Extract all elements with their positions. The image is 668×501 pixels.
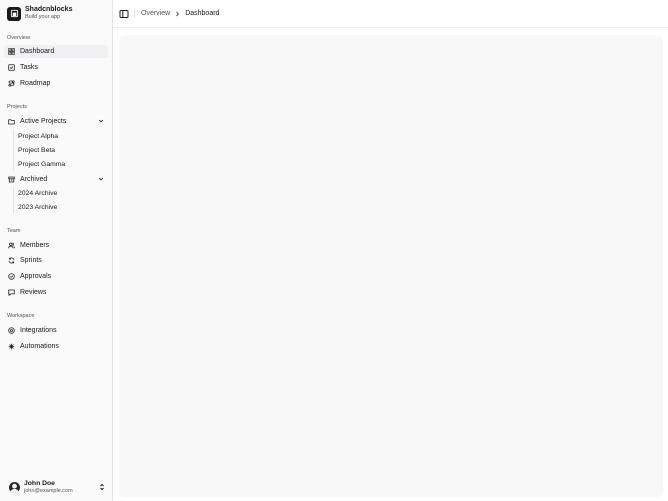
sidebar-subitem-2024-archive[interactable]: 2024 Archive (15, 187, 105, 199)
brand-tagline: Build your app (25, 14, 61, 20)
sidebar-toggle-icon[interactable] (119, 9, 129, 19)
breadcrumb: Overview Dashboard (141, 10, 219, 17)
dashboard-content-panel (119, 35, 663, 497)
route-icon (5, 80, 18, 87)
archive-icon (5, 176, 18, 183)
breadcrumb-current: Dashboard (185, 10, 220, 17)
brand-logo-icon (7, 6, 21, 21)
sidebar-item-dashboard[interactable]: Dashboard (4, 45, 108, 58)
group-label-projects: Projects (7, 104, 27, 110)
sidebar-item-label: Automations (20, 343, 59, 350)
sidebar-item-sprints[interactable]: Sprints (4, 254, 108, 267)
main-area: Overview Dashboard (112, 0, 668, 501)
sidebar-item-label: Approvals (20, 273, 52, 280)
breadcrumb-link-overview[interactable]: Overview (141, 10, 170, 17)
submenu-line (13, 187, 14, 214)
sidebar-item-roadmap[interactable]: Roadmap (4, 77, 108, 90)
sidebar-item-label: Integrations (20, 327, 57, 334)
sidebar-item-members[interactable]: Members (4, 239, 108, 252)
sidebar-item-active-projects[interactable]: Active Projects (4, 115, 108, 128)
sidebar-item-label: Reviews (20, 289, 47, 296)
sidebar-subitem-project-gamma[interactable]: Project Gamma (15, 158, 105, 170)
sidebar-item-tasks[interactable]: Tasks (4, 61, 108, 74)
sidebar-item-label: Roadmap (20, 80, 51, 87)
sidebar-item-reviews[interactable]: Reviews (4, 286, 108, 299)
chevrons-up-down-icon (99, 483, 105, 493)
chevron-down-icon (98, 176, 104, 184)
sidebar-item-label: Tasks (20, 64, 38, 71)
user-name: John Doe (24, 479, 55, 487)
sidebar-item-label: Sprints (20, 257, 42, 264)
group-label-overview: Overview (7, 35, 30, 41)
top-bar: Overview Dashboard (113, 0, 668, 28)
sidebar: Shadcnblocks Build your app Overview Das… (0, 0, 112, 501)
sidebar-item-label: Members (20, 242, 50, 249)
user-email: john@example.com (24, 487, 73, 494)
refresh-icon (5, 257, 18, 264)
avatar (9, 481, 20, 493)
list-checks-icon (5, 64, 18, 71)
brand-name: Shadcnblocks (25, 6, 73, 13)
user-menu[interactable]: John Doe john@example.com (5, 479, 109, 495)
sparkles-icon (5, 343, 18, 350)
sidebar-subitem-2023-archive[interactable]: 2023 Archive (15, 201, 105, 213)
link-circle-icon (5, 327, 18, 334)
sidebar-subitem-project-beta[interactable]: Project Beta (15, 144, 105, 156)
sidebar-item-archived[interactable]: Archived (4, 173, 108, 186)
topbar-divider (134, 9, 135, 18)
sidebar-item-approvals[interactable]: Approvals (4, 270, 108, 283)
chevron-down-icon (98, 118, 104, 126)
sidebar-item-automations[interactable]: Automations (4, 340, 108, 353)
sidebar-item-label: Active Projects (20, 118, 67, 125)
sidebar-item-label: Dashboard (20, 48, 55, 55)
layout-grid-icon (5, 48, 18, 55)
message-icon (5, 289, 18, 296)
submenu-line (13, 129, 14, 171)
chevron-right-icon (175, 11, 180, 17)
brand[interactable]: Shadcnblocks Build your app (7, 6, 72, 21)
group-label-workspace: Workspace (7, 313, 35, 319)
group-label-team: Team (7, 228, 21, 234)
sidebar-item-label: Archived (20, 176, 48, 183)
sidebar-item-integrations[interactable]: Integrations (4, 324, 108, 337)
users-icon (5, 242, 18, 249)
sidebar-subitem-project-alpha[interactable]: Project Alpha (15, 130, 105, 142)
check-circle-icon (5, 273, 18, 280)
folder-icon (5, 118, 18, 125)
